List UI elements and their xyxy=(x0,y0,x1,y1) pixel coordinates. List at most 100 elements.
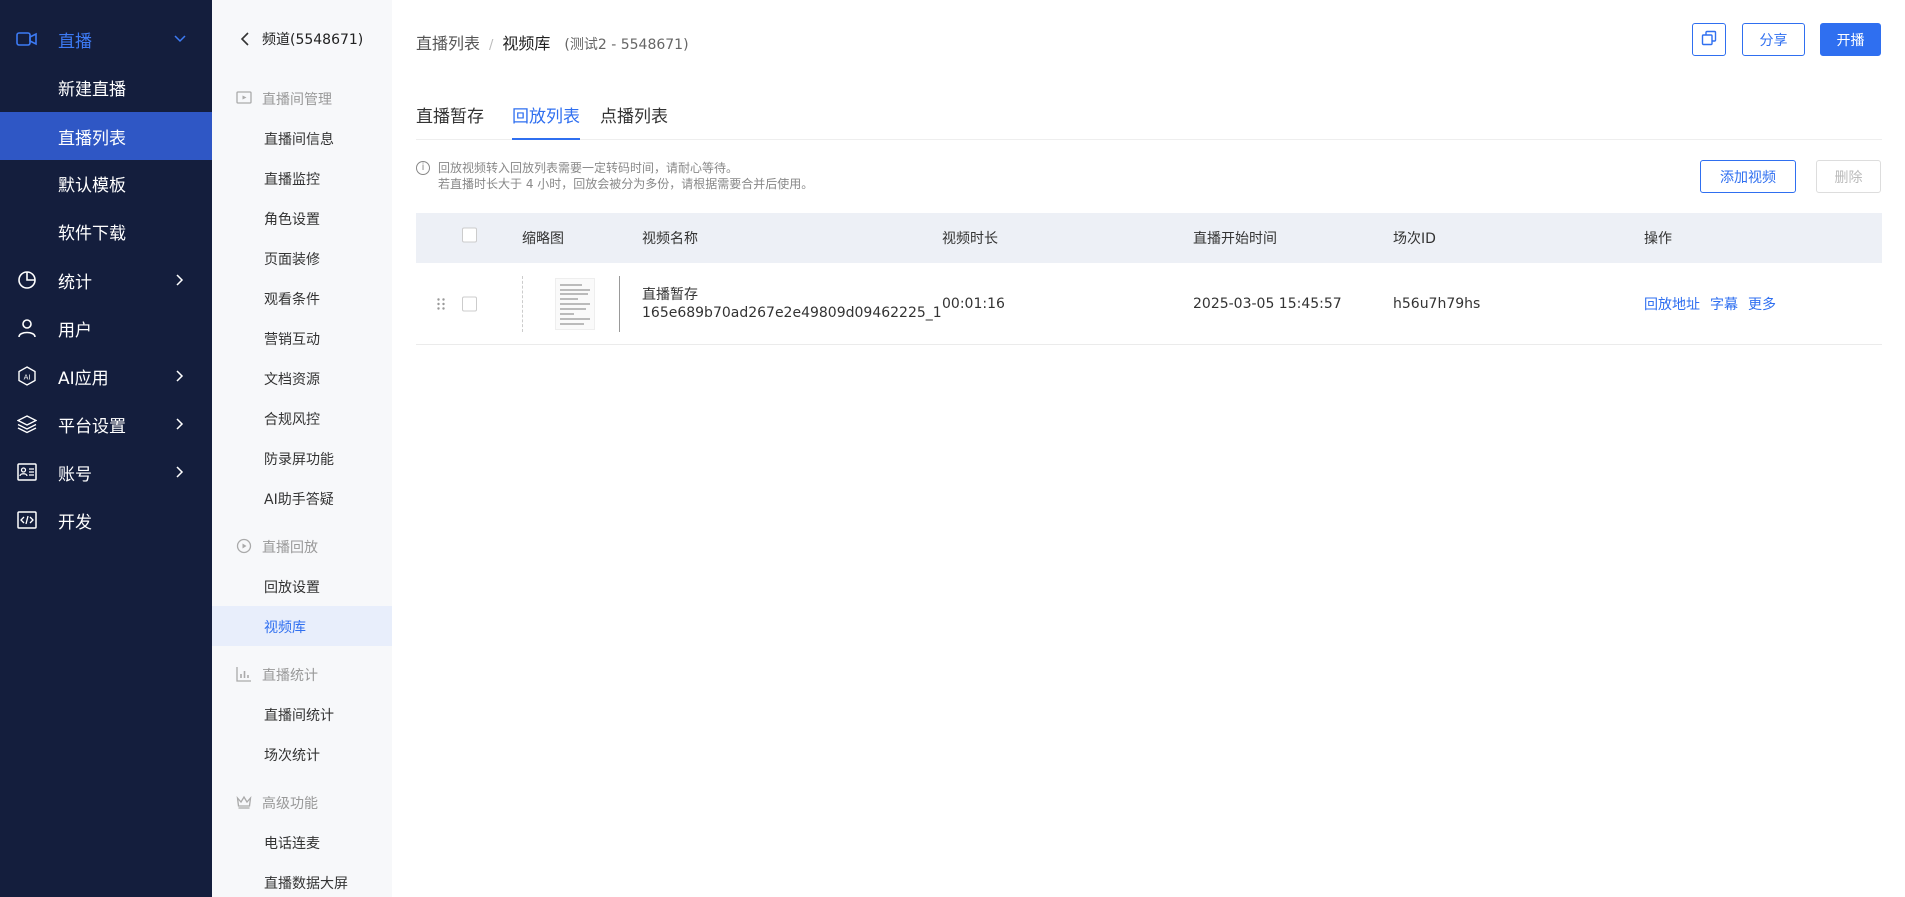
video-name-id: 165e689b70ad267e2e49809d09462225_1 xyxy=(642,304,942,321)
nav-item-label: 用户 xyxy=(58,320,92,341)
channel-header[interactable]: 频道(5548671) xyxy=(212,0,392,78)
row-checkbox[interactable] xyxy=(462,296,477,311)
col-actions: 操作 xyxy=(1644,231,1672,247)
nav-item-software-download[interactable]: 软件下载 xyxy=(0,207,212,255)
nav2-item-page-decoration[interactable]: 页面装修 xyxy=(212,238,392,278)
nav-item-label: 开发 xyxy=(58,512,92,533)
nav2-item-monitor[interactable]: 直播监控 xyxy=(212,158,392,198)
delete-button[interactable]: 删除 xyxy=(1816,160,1881,193)
chevron-right-icon xyxy=(174,370,186,382)
video-name-title: 直播暂存 xyxy=(642,286,698,303)
channel-title: 频道(5548671) xyxy=(262,32,364,48)
nav-item-label: 直播 xyxy=(58,31,92,52)
col-duration: 视频时长 xyxy=(942,231,998,247)
tab-live-draft[interactable]: 直播暂存 xyxy=(416,102,484,140)
breadcrumb: 直播列表 / 视频库 (测试2 - 5548671) xyxy=(416,30,689,54)
tab-replay-list[interactable]: 回放列表 xyxy=(512,102,580,140)
start-live-button[interactable]: 开播 xyxy=(1820,23,1881,56)
nav2-item-marketing[interactable]: 营销互动 xyxy=(212,318,392,358)
group-live-stats: 直播统计 xyxy=(212,654,392,694)
subtitle-link[interactable]: 字幕 xyxy=(1710,297,1738,313)
id-card-icon xyxy=(16,461,38,483)
play-screen-icon xyxy=(236,90,252,106)
nav2-item-video-library[interactable]: 视频库 xyxy=(212,606,392,646)
nav-item-label: AI应用 xyxy=(58,368,109,389)
replay-url-link[interactable]: 回放地址 xyxy=(1644,297,1700,313)
drag-handle-icon[interactable] xyxy=(436,297,446,311)
select-all-checkbox[interactable] xyxy=(462,227,477,243)
nav2-item-data-screen[interactable]: 直播数据大屏 xyxy=(212,862,392,897)
nav2-item-replay-settings[interactable]: 回放设置 xyxy=(212,566,392,606)
add-video-button[interactable]: 添加视频 xyxy=(1700,160,1796,193)
back-arrow-icon[interactable] xyxy=(240,32,252,46)
nav-item-stats[interactable]: 统计 xyxy=(0,256,212,304)
nav-item-live-list[interactable]: 直播列表 xyxy=(0,112,212,160)
channel-note: (测试2 - 5548671) xyxy=(564,37,689,53)
video-camera-icon xyxy=(16,28,38,50)
session-id: h56u7h79hs xyxy=(1393,295,1481,312)
breadcrumb-separator: / xyxy=(489,38,494,53)
nav-item-users[interactable]: 用户 xyxy=(0,304,212,352)
info-icon: i xyxy=(416,161,430,175)
user-icon xyxy=(16,317,38,339)
nav-item-platform-settings[interactable]: 平台设置 xyxy=(0,400,212,448)
nav2-item-compliance[interactable]: 合规风控 xyxy=(212,398,392,438)
nav2-item-session-stats[interactable]: 场次统计 xyxy=(212,734,392,774)
svg-text:AI: AI xyxy=(24,374,31,382)
table-row: 直播暂存 165e689b70ad267e2e49809d09462225_1 … xyxy=(416,263,1882,345)
more-link[interactable]: 更多 xyxy=(1748,297,1776,313)
ai-hexagon-icon: AI xyxy=(16,365,38,387)
nav2-item-phone-link[interactable]: 电话连麦 xyxy=(212,822,392,862)
nav-item-account[interactable]: 账号 xyxy=(0,448,212,496)
nav2-item-room-info[interactable]: 直播间信息 xyxy=(212,118,392,158)
video-name: 直播暂存 165e689b70ad267e2e49809d09462225_1 xyxy=(642,286,942,322)
nav-item-label: 平台设置 xyxy=(58,416,126,437)
breadcrumb-parent[interactable]: 直播列表 xyxy=(416,30,480,54)
chevron-right-icon xyxy=(174,418,186,430)
notice-line-2: 若直播时长大于 4 小时，回放会被分为多份，请根据需要合并后使用。 xyxy=(438,177,814,191)
copy-button[interactable] xyxy=(1692,23,1726,56)
col-start-time: 直播开始时间 xyxy=(1193,231,1277,247)
nav2-item-ai-assistant[interactable]: AI助手答疑 xyxy=(212,478,392,518)
main-content: 直播列表 / 视频库 (测试2 - 5548671) 分享 开播 直播暂存 回放… xyxy=(392,0,1905,897)
nav-item-develop[interactable]: 开发 xyxy=(0,496,212,544)
share-button[interactable]: 分享 xyxy=(1742,23,1805,56)
tab-vod-list[interactable]: 点播列表 xyxy=(600,102,668,140)
notice: i 回放视频转入回放列表需要一定转码时间，请耐心等待。 若直播时长大于 4 小时… xyxy=(416,160,813,192)
col-video-name: 视频名称 xyxy=(642,231,698,247)
start-time: 2025-03-05 15:45:57 xyxy=(1193,295,1342,312)
group-advanced: 高级功能 xyxy=(212,782,392,822)
breadcrumb-current: 视频库 xyxy=(502,34,551,53)
notice-line-1: 回放视频转入回放列表需要一定转码时间，请耐心等待。 xyxy=(438,161,739,175)
secondary-sidebar: 频道(5548671) 直播间管理 直播间信息 直播监控 角色设置 页面装修 观… xyxy=(212,0,392,897)
code-icon xyxy=(16,509,38,531)
replay-icon xyxy=(236,538,252,554)
nav2-item-documents[interactable]: 文档资源 xyxy=(212,358,392,398)
nav-item-label: 统计 xyxy=(58,272,92,293)
group-replay: 直播回放 xyxy=(212,526,392,566)
layers-icon xyxy=(16,413,38,435)
nav-item-default-template[interactable]: 默认模板 xyxy=(0,159,212,207)
nav-item-label: 直播列表 xyxy=(58,128,126,149)
nav-item-ai[interactable]: AI AI应用 xyxy=(0,352,212,400)
nav2-item-room-stats[interactable]: 直播间统计 xyxy=(212,694,392,734)
tab-bar: 直播暂存 回放列表 点播列表 xyxy=(416,98,1882,140)
bar-chart-icon xyxy=(236,666,252,682)
group-live-room-management: 直播间管理 xyxy=(212,78,392,118)
thumbnail-page xyxy=(555,277,595,330)
table-header: 缩略图 视频名称 视频时长 直播开始时间 场次ID 操作 xyxy=(416,213,1882,263)
nav-item-label: 新建直播 xyxy=(58,79,126,100)
nav2-item-roles[interactable]: 角色设置 xyxy=(212,198,392,238)
col-session-id: 场次ID xyxy=(1393,231,1436,247)
row-actions: 回放地址 字幕 更多 xyxy=(1644,294,1786,314)
nav-item-new-live[interactable]: 新建直播 xyxy=(0,63,212,111)
chevron-down-icon xyxy=(174,33,186,45)
video-thumbnail[interactable] xyxy=(522,275,620,332)
crown-icon xyxy=(236,794,252,810)
nav2-item-anti-recording[interactable]: 防录屏功能 xyxy=(212,438,392,478)
nav-item-live[interactable]: 直播 xyxy=(0,15,212,63)
primary-sidebar: 直播 新建直播 直播列表 默认模板 软件下载 统计 用户 AI AI应用 平台设… xyxy=(0,0,212,897)
nav-item-label: 账号 xyxy=(58,464,92,485)
nav2-item-watch-conditions[interactable]: 观看条件 xyxy=(212,278,392,318)
pie-chart-icon xyxy=(16,269,38,291)
